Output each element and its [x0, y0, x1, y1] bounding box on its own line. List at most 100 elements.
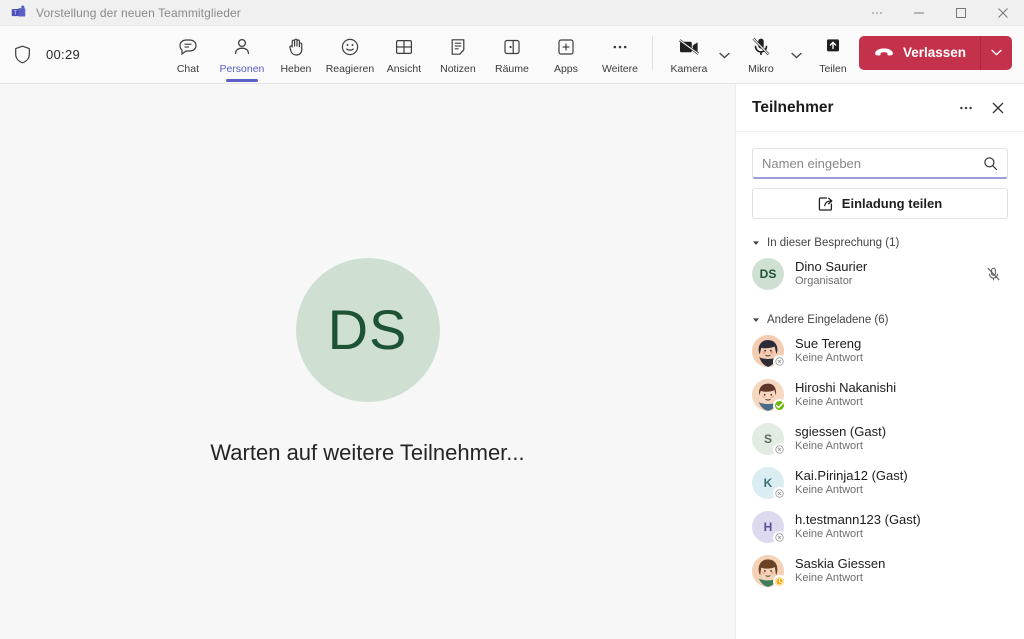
section-label: In dieser Besprechung (1)	[767, 237, 900, 249]
breakout-rooms-icon	[501, 35, 523, 59]
panel-header: Teilnehmer	[736, 84, 1024, 132]
presence-badge-away	[773, 575, 786, 588]
microphone-label: Mikro	[748, 62, 774, 75]
teams-meeting-window: T Vorstellung der neuen Teammitglieder 0…	[0, 0, 1024, 639]
avatar-initials: DS	[752, 258, 784, 290]
toolbar-item-ansicht[interactable]: Ansicht	[378, 30, 430, 80]
participant-name: Kai.Pirinja12 (Gast)	[795, 468, 908, 483]
participant-row[interactable]: Sue Tereng Keine Antwort	[752, 329, 1008, 373]
participant-name: sgiessen (Gast)	[795, 424, 887, 439]
leave-label: Verlassen	[902, 45, 966, 60]
participant-info: Kai.Pirinja12 (Gast) Keine Antwort	[795, 468, 908, 498]
camera-toggle-button[interactable]: Kamera	[663, 30, 715, 80]
avatar: DS	[752, 258, 784, 290]
avatar	[752, 379, 786, 412]
toolbar-item-heben[interactable]: Heben	[270, 30, 322, 80]
participant-row[interactable]: Saskia Giessen Keine Antwort	[752, 549, 1008, 593]
toolbar-item-apps[interactable]: Apps	[540, 30, 592, 80]
triangle-down-icon	[752, 239, 760, 247]
microphone-off-icon	[985, 266, 1002, 283]
participant-name: h.testmann123 (Gast)	[795, 512, 921, 527]
section-header-other-invited[interactable]: Andere Eingeladene (6)	[752, 314, 1008, 326]
participant-row[interactable]: S sgiessen (Gast) Keine Antwort	[752, 417, 1008, 461]
panel-body: Einladung teilen In dieser Besprechung (…	[736, 132, 1024, 639]
window-close-button[interactable]	[982, 0, 1024, 26]
participant-status: Keine Antwort	[795, 528, 863, 541]
avatar: H	[752, 511, 786, 544]
svg-text:T: T	[13, 10, 17, 16]
participant-status: Keine Antwort	[795, 484, 863, 497]
toolbar-item-notizen[interactable]: Notizen	[432, 30, 484, 80]
toolbar-item-label: Chat	[176, 62, 200, 75]
participant-status: Keine Antwort	[795, 572, 863, 585]
waiting-message: Warten auf weitere Teilnehmer...	[210, 439, 525, 465]
toolbar-divider	[651, 35, 653, 70]
presence-badge-offline	[773, 531, 786, 544]
participant-row[interactable]: DS Dino Saurier Organisator	[752, 252, 1008, 296]
share-invite-label: Einladung teilen	[841, 196, 943, 211]
avatar: S	[752, 423, 786, 456]
avatar	[752, 555, 786, 588]
participant-list-in-meeting: DS Dino Saurier Organisator	[752, 252, 1008, 296]
participant-row[interactable]: K Kai.Pirinja12 (Gast) Keine Antwort	[752, 461, 1008, 505]
toolbar-item-personen[interactable]: Personen	[216, 30, 268, 82]
toolbar-item-reagieren[interactable]: Reagieren	[324, 30, 376, 80]
toolbar-item-label: Notizen	[440, 62, 476, 75]
presence-badge-offline	[773, 355, 786, 368]
search-icon	[983, 156, 998, 171]
toolbar-item-label: Apps	[553, 62, 578, 75]
participant-name: Saskia Giessen	[795, 556, 886, 571]
chat-icon	[177, 35, 199, 59]
panel-more-ellipsis-icon[interactable]	[952, 94, 980, 122]
panel-close-icon[interactable]	[984, 94, 1012, 122]
toolbar-item-raeume[interactable]: Räume	[486, 30, 538, 80]
teams-logo-icon: T	[10, 5, 26, 21]
microphone-options-chevron-down-icon[interactable]	[787, 30, 807, 80]
participant-info: Saskia Giessen Keine Antwort	[795, 556, 885, 586]
meeting-stage: DS Warten auf weitere Teilnehmer...	[0, 84, 735, 639]
share-invite-button[interactable]: Einladung teilen	[752, 188, 1008, 219]
participant-info: Dino Saurier Organisator	[795, 259, 867, 289]
leave-options-chevron-down-icon[interactable]	[980, 35, 1012, 70]
search-input[interactable]	[762, 155, 983, 171]
section-header-in-meeting[interactable]: In dieser Besprechung (1)	[752, 237, 1008, 249]
participant-search[interactable]	[752, 148, 1008, 179]
notes-icon	[447, 35, 469, 59]
panel-title: Teilnehmer	[752, 98, 834, 116]
toolbar-item-label: Personen	[219, 62, 265, 75]
microphone-off-icon	[750, 35, 772, 59]
meeting-toolbar: 00:29 Chat Personen Heben Reagieren Ansi…	[0, 26, 1024, 84]
raise-hand-icon	[285, 35, 307, 59]
window-maximize-button[interactable]	[940, 0, 982, 26]
participant-name: Hiroshi Nakanishi	[795, 380, 897, 395]
participant-info: h.testmann123 (Gast) Keine Antwort	[795, 512, 921, 542]
participant-row[interactable]: Hiroshi Nakanishi Keine Antwort	[752, 373, 1008, 417]
window-title: Vorstellung der neuen Teammitglieder	[36, 5, 241, 20]
camera-off-icon	[677, 35, 701, 59]
participant-role: Organisator	[795, 275, 853, 288]
reactions-icon	[339, 35, 361, 59]
toolbar-actions: Chat Personen Heben Reagieren Ansicht No…	[162, 30, 646, 82]
presence-badge-available	[773, 399, 786, 412]
participant-mic-status[interactable]	[980, 266, 1006, 283]
hang-up-icon	[874, 46, 894, 59]
people-icon	[231, 35, 253, 59]
toolbar-item-weitere[interactable]: Weitere	[594, 30, 646, 80]
leave-meeting-button[interactable]: Verlassen	[858, 35, 980, 70]
microphone-toggle-button[interactable]: Mikro	[735, 30, 787, 80]
participant-status: Keine Antwort	[795, 440, 863, 453]
participant-info: Hiroshi Nakanishi Keine Antwort	[795, 380, 896, 410]
toolbar-right-group: Kamera Mikro Teilen Verlassen	[646, 30, 1024, 80]
toolbar-item-label: Heben	[280, 62, 312, 75]
presence-badge-offline	[773, 443, 786, 456]
window-more-button[interactable]	[856, 0, 898, 26]
participant-info: Sue Tereng Keine Antwort	[795, 336, 863, 366]
participant-info: sgiessen (Gast) Keine Antwort	[795, 424, 886, 454]
camera-options-chevron-down-icon[interactable]	[715, 30, 735, 80]
window-minimize-button[interactable]	[898, 0, 940, 26]
share-screen-button[interactable]: Teilen	[807, 30, 859, 80]
triangle-down-icon	[752, 316, 760, 324]
participant-row[interactable]: H h.testmann123 (Gast) Keine Antwort	[752, 505, 1008, 549]
toolbar-item-chat[interactable]: Chat	[162, 30, 214, 80]
toolbar-item-label: Ansicht	[386, 62, 422, 75]
